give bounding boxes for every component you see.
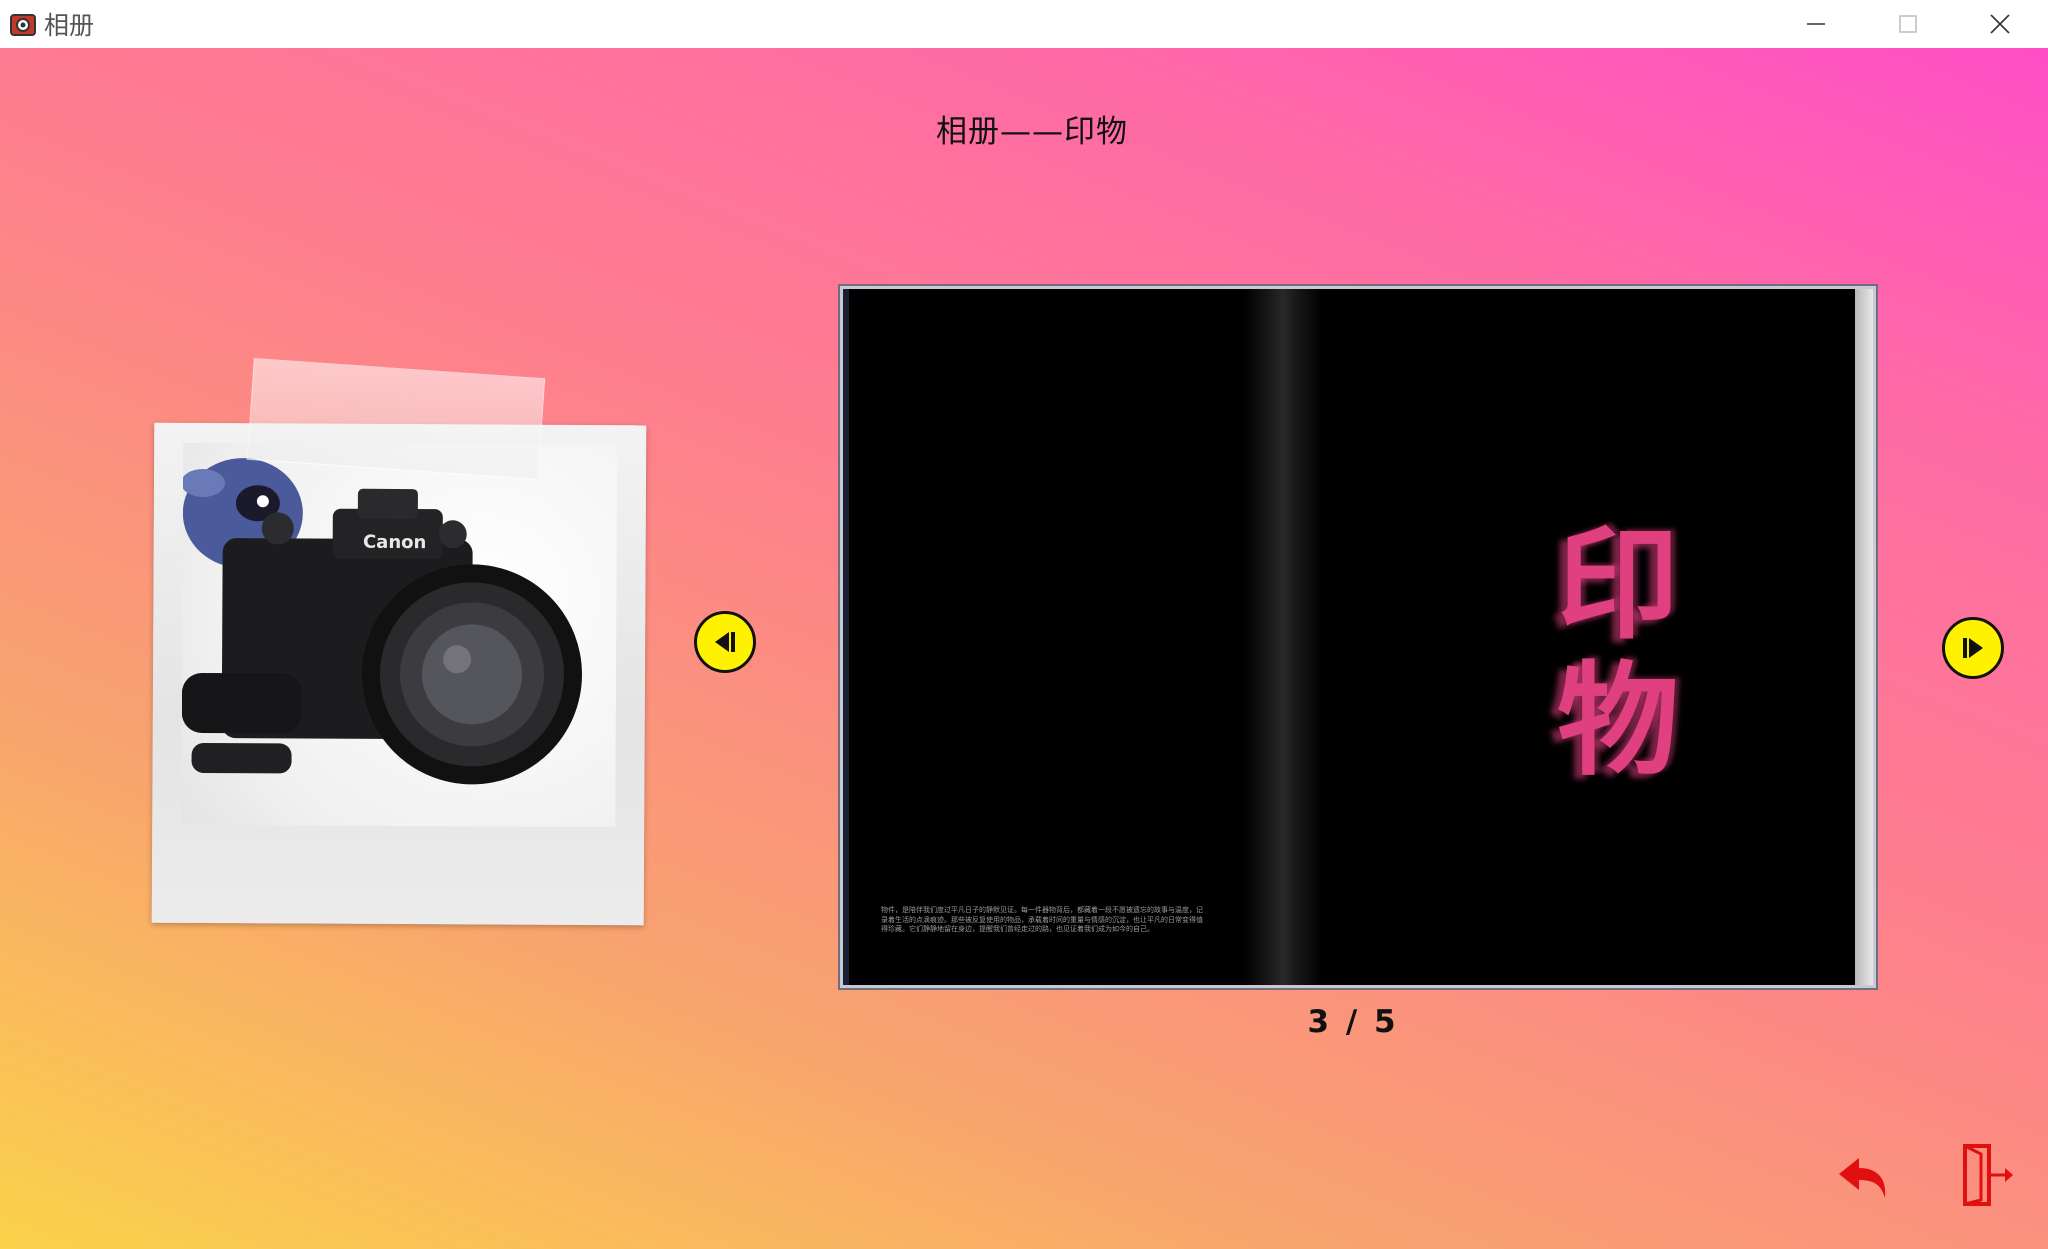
page-title: 相册——印物 <box>936 114 1128 150</box>
cover-title-line-1: 印 <box>1557 514 1679 656</box>
exit-button[interactable] <box>1952 1140 2022 1210</box>
window-title: 相册 <box>44 11 95 40</box>
tape-decoration <box>246 357 546 481</box>
next-arrow-icon <box>1963 638 1983 658</box>
cover-title: 印 物 <box>1508 517 1728 789</box>
prev-arrow-icon <box>715 632 735 652</box>
back-button[interactable] <box>1830 1144 1900 1214</box>
app-icon <box>8 9 38 39</box>
book-body-text: 物件，是陪伴我们度过平凡日子的静默见证。每一件器物背后，都藏着一段不愿被遗忘的故… <box>881 906 1203 933</box>
close-button[interactable] <box>1954 0 2046 48</box>
maximize-button[interactable] <box>1862 0 1954 48</box>
title-bar: 相册 <box>0 0 2048 48</box>
main-area: 相册——印物 Canon 印 物 物件，是陪伴我们度过平凡日子的静默见证。每一件… <box>0 48 2048 1249</box>
next-page-button[interactable] <box>1942 617 2004 679</box>
camera-brand-label: Canon <box>363 532 426 553</box>
camera-photo: Canon <box>181 442 618 828</box>
exit-door-icon <box>1963 1144 2013 1206</box>
book-page-edge <box>1855 289 1873 985</box>
minimize-button[interactable] <box>1770 0 1862 48</box>
book-left-edge <box>843 289 849 985</box>
prev-page-button[interactable] <box>694 611 756 673</box>
minimize-icon <box>1807 23 1825 25</box>
page-counter: 3 / 5 <box>1307 1004 1399 1040</box>
photo-album-book[interactable]: 印 物 物件，是陪伴我们度过平凡日子的静默见证。每一件器物背后，都藏着一段不愿被… <box>840 286 1876 988</box>
book-spine <box>1243 289 1323 985</box>
undo-arrow-icon <box>1839 1158 1886 1198</box>
maximize-icon <box>1899 15 1917 33</box>
close-icon <box>1990 14 2010 34</box>
cover-title-line-2: 物 <box>1557 650 1679 792</box>
polaroid-photo-frame: Canon <box>151 422 647 926</box>
